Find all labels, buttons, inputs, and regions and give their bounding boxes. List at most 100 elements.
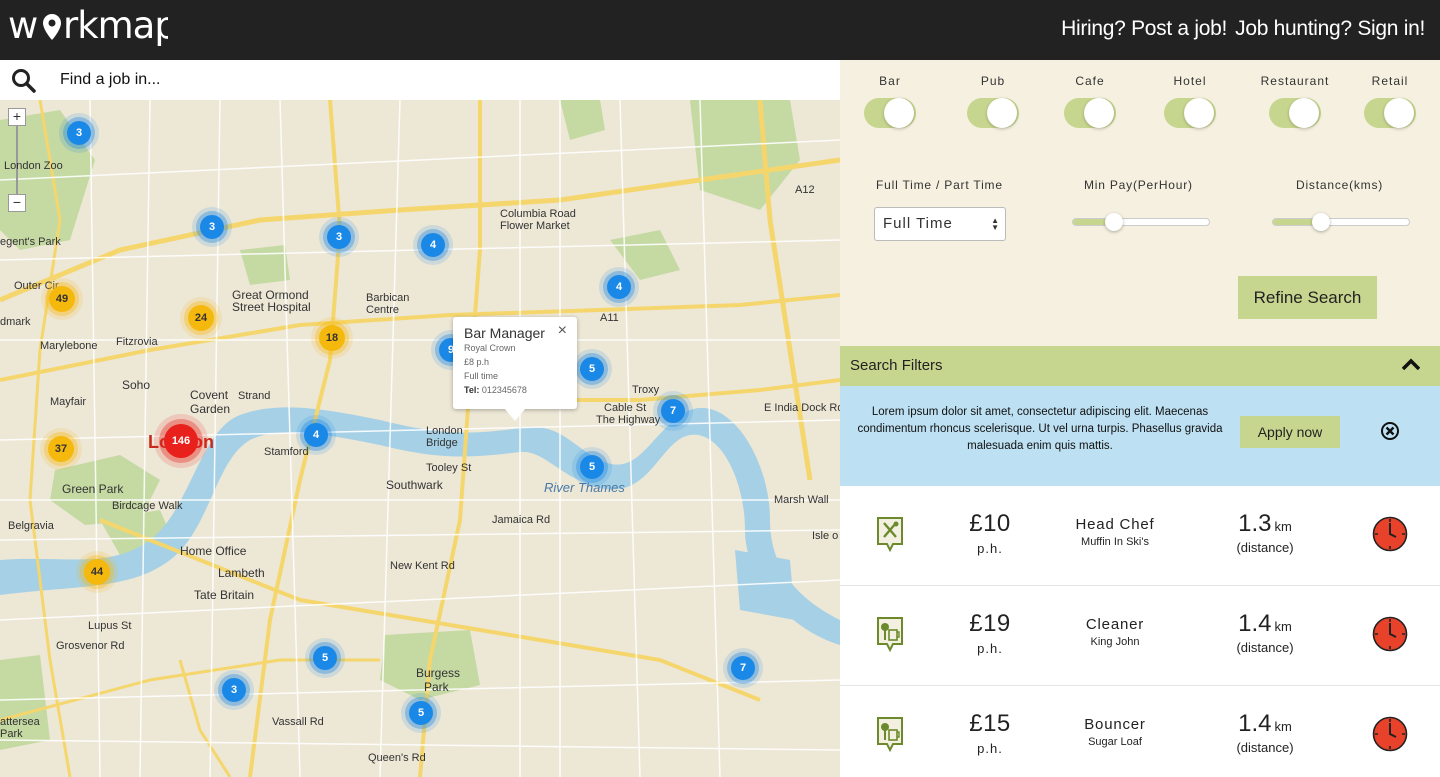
job-distance: 1.4 km (distance) [1220,710,1310,755]
job-cluster[interactable]: 44 [84,559,110,585]
distance-unit: km [1274,719,1292,734]
chevron-up-icon[interactable] [1402,358,1420,370]
pub-toggle[interactable] [967,98,1019,128]
toggle-label: Restaurant [1260,74,1330,88]
job-pay: £19 p.h. [950,610,1030,656]
toggle-knob [884,98,914,128]
svg-text:rkmap: rkmap [63,4,168,47]
zoom-out-button[interactable]: − [8,194,26,212]
map-label: Soho [122,378,151,392]
location-search-input[interactable] [52,65,812,95]
clock-icon[interactable] [1372,616,1408,652]
map-label: London Zoo [4,160,63,172]
job-row[interactable]: £15 p.h. Bouncer Sugar Loaf 1.4 km (dista… [840,686,1440,777]
search-icon[interactable] [11,68,37,94]
job-cluster[interactable]: 7 [731,656,755,680]
distance-slider[interactable] [1272,213,1410,231]
fulltime-value: Full Time [883,215,953,232]
job-cluster[interactable]: 3 [222,678,246,702]
job-cluster[interactable]: 146 [164,424,198,458]
job-row[interactable]: £10 p.h. Head Chef Muffin In Ski's 1.3 km… [840,486,1440,586]
cafe-toggle[interactable] [1064,98,1116,128]
map-label: Isle o [812,530,839,542]
pub-icon [877,717,903,752]
toggle-label: Retail [1371,74,1409,88]
job-cluster[interactable]: 4 [304,423,328,447]
post-job-link[interactable]: Hiring? Post a job! [1061,17,1227,41]
restaurant-icon [877,517,903,552]
job-popup[interactable]: Bar Manager × Royal Crown £8 p.h Full ti… [453,317,577,421]
distance-label: (distance) [1236,640,1294,655]
toggle-knob [1384,98,1414,128]
slider-thumb[interactable] [1311,213,1330,231]
popup-tel: Tel: 012345678 [464,383,566,397]
job-cluster[interactable]: 37 [48,436,74,462]
job-cluster[interactable]: 7 [661,399,685,423]
job-cluster[interactable]: 49 [49,286,75,312]
job-cluster[interactable]: 18 [319,325,345,351]
bar-toggle[interactable] [864,98,916,128]
distance-value: 1.4 [1238,710,1272,737]
job-cluster[interactable]: 5 [580,357,604,381]
clock-icon[interactable] [1372,516,1408,552]
popup-tel-label: Tel: [464,385,480,395]
job-pay: £10 p.h. [950,510,1030,556]
promo-banner: Lorem ipsum dolor sit amet, consectetur … [840,386,1440,486]
close-circle-icon[interactable] [1380,421,1400,441]
job-info: Bouncer Sugar Loaf [1045,716,1185,748]
pay-unit: p.h. [977,641,1003,656]
map-label: Jamaica Rd [492,514,551,526]
toggle-label: Cafe [1075,74,1105,88]
minpay-slider[interactable] [1072,213,1210,231]
hotel-toggle[interactable] [1164,98,1216,128]
toggle-label: Hotel [1173,74,1207,88]
map-label: Stamford [264,446,309,458]
job-title: Bouncer [1084,716,1146,733]
job-pay: £15 p.h. [950,710,1030,756]
zoom-in-button[interactable]: + [8,108,26,126]
map-label: Strand [238,390,271,402]
refine-search-button[interactable]: Refine Search [1238,276,1377,319]
retail-toggle[interactable] [1364,98,1416,128]
popup-tel-number: 012345678 [481,385,527,395]
job-cluster[interactable]: 4 [421,233,445,257]
popup-close-icon[interactable]: × [558,322,567,340]
job-cluster[interactable]: 24 [188,305,214,331]
pay-unit: p.h. [977,741,1003,756]
job-title: Head Chef [1075,516,1155,533]
popup-type: Full time [464,371,499,381]
job-cluster[interactable]: 3 [200,215,224,239]
distance-label: Distance(kms) [1296,178,1384,192]
map-label: River Thames [544,480,625,495]
clock-icon[interactable] [1372,716,1408,752]
job-cluster[interactable]: 3 [67,121,91,145]
minpay-label: Min Pay(PerHour) [1084,178,1193,192]
job-cluster[interactable]: 4 [607,275,631,299]
search-filters-bar[interactable]: Search Filters [840,346,1440,386]
job-map[interactable]: + − London Zoo egent's Park Outer Cir dm… [0,100,840,777]
sign-in-link[interactable]: Job hunting? Sign in! [1235,17,1425,41]
job-info: Cleaner King John [1045,616,1185,648]
job-cluster[interactable]: 3 [327,225,351,249]
job-cluster[interactable]: 5 [580,455,604,479]
job-cluster[interactable]: 5 [313,646,337,670]
select-arrows-icon: ▲ ▼ [991,216,1000,232]
map-label: Southwark [386,478,443,492]
search-filters-title: Search Filters [850,357,943,374]
slider-thumb[interactable] [1104,213,1123,231]
map-label: Marylebone [40,340,98,352]
map-label: Burgess [416,666,461,680]
map-label: Covent [190,388,229,402]
results-panel: Bar Pub Cafe Hotel Restaurant Retail Ful… [840,60,1440,777]
apply-now-button[interactable]: Apply now [1240,416,1340,448]
job-row[interactable]: £19 p.h. Cleaner King John 1.4 km (distan… [840,586,1440,686]
restaurant-toggle[interactable] [1269,98,1321,128]
fulltime-select[interactable]: Full Time ▲ ▼ [874,207,1006,241]
distance-label: (distance) [1236,740,1294,755]
toggle-knob [1289,98,1319,128]
workmap-logo[interactable]: w rkmap [8,4,178,61]
toggle-label: Pub [980,74,1006,88]
map-label: Columbia Road [500,208,576,220]
toggle-bar: Bar [855,74,925,128]
job-cluster[interactable]: 5 [409,701,433,725]
